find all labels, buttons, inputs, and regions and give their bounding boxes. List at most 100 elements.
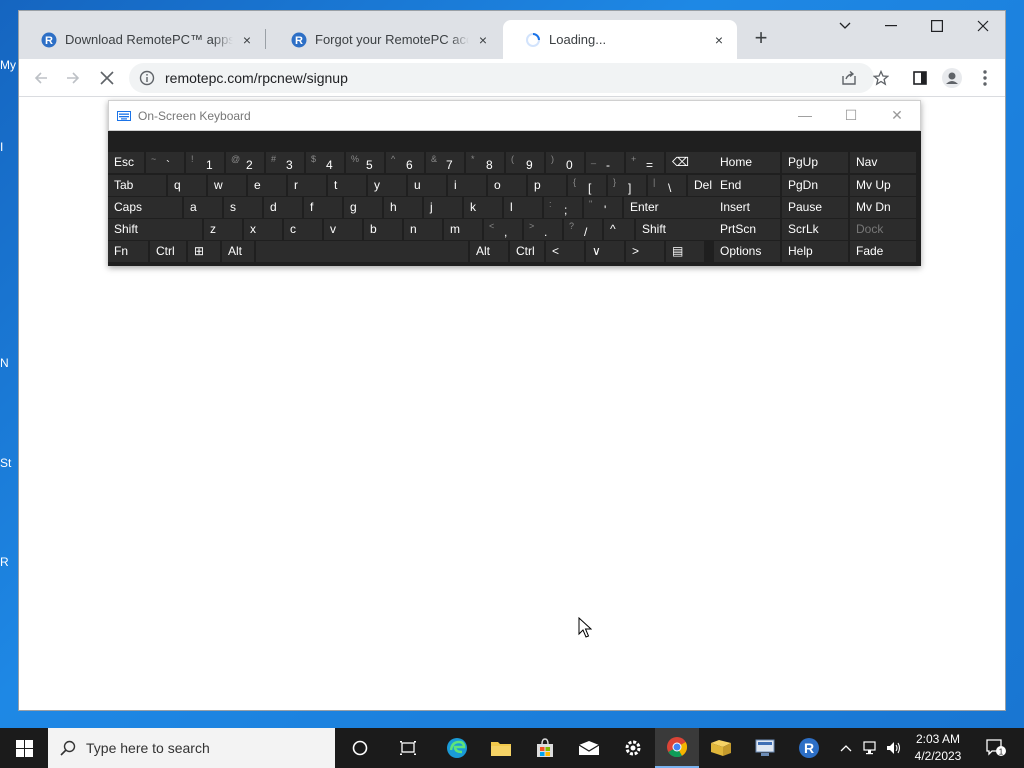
osk-key[interactable]: p bbox=[528, 175, 566, 196]
osk-key[interactable]: Fn bbox=[108, 241, 148, 262]
osk-key[interactable]: Alt bbox=[222, 241, 254, 262]
osk-key[interactable]: q bbox=[168, 175, 206, 196]
stop-loading-icon[interactable] bbox=[93, 64, 121, 92]
settings-gear-icon[interactable] bbox=[611, 728, 655, 768]
osk-key[interactable]: i bbox=[448, 175, 486, 196]
desktop-icon-label[interactable]: My bbox=[0, 58, 16, 72]
osk-key[interactable]: Insert bbox=[714, 197, 780, 218]
osk-key[interactable]: ^ bbox=[604, 219, 634, 240]
osk-close-icon[interactable]: ✕ bbox=[887, 105, 907, 125]
osk-key[interactable]: d bbox=[264, 197, 302, 218]
taskbar-search-box[interactable]: Type here to search bbox=[48, 728, 335, 768]
osk-key[interactable]: @2 bbox=[226, 152, 264, 173]
osk-key[interactable]: > bbox=[626, 241, 664, 262]
osk-key[interactable]: Help bbox=[782, 241, 848, 262]
osk-key[interactable]: (9 bbox=[506, 152, 544, 173]
new-tab-button[interactable]: + bbox=[747, 25, 775, 53]
osk-key[interactable]: s bbox=[224, 197, 262, 218]
back-arrow-icon[interactable] bbox=[27, 64, 55, 92]
osk-key[interactable]: PgDn bbox=[782, 175, 848, 196]
osk-key[interactable]: End bbox=[714, 175, 780, 196]
osk-key[interactable]: Fade bbox=[850, 241, 916, 262]
osk-key[interactable]: c bbox=[284, 219, 322, 240]
osk-key[interactable] bbox=[256, 241, 468, 262]
osk-key[interactable]: Mv Up bbox=[850, 175, 916, 196]
bookmark-star-icon[interactable] bbox=[867, 64, 895, 92]
osk-key[interactable]: Pause bbox=[782, 197, 848, 218]
chevron-up-icon[interactable] bbox=[836, 728, 856, 768]
osk-key[interactable]: + = bbox=[626, 152, 664, 173]
site-info-icon[interactable] bbox=[139, 70, 155, 86]
system-clock[interactable]: 2:03 AM 4/2/2023 bbox=[905, 731, 971, 765]
network-icon[interactable] bbox=[860, 728, 882, 768]
side-panel-icon[interactable] bbox=[906, 64, 934, 92]
osk-key[interactable]: t bbox=[328, 175, 366, 196]
osk-key[interactable]: ScrLk bbox=[782, 219, 848, 240]
osk-key[interactable]: a bbox=[184, 197, 222, 218]
osk-key[interactable]: g bbox=[344, 197, 382, 218]
tab-download-remotepc[interactable]: R Download RemotePC™ apps for × bbox=[19, 20, 265, 59]
forward-arrow-icon[interactable] bbox=[59, 64, 87, 92]
osk-key[interactable]: b bbox=[364, 219, 402, 240]
osk-key[interactable]: Caps bbox=[108, 197, 182, 218]
osk-key[interactable]: y bbox=[368, 175, 406, 196]
remotepc-app-icon[interactable]: R bbox=[787, 728, 831, 768]
osk-key[interactable]: r bbox=[288, 175, 326, 196]
osk-key[interactable]: v bbox=[324, 219, 362, 240]
tab-search-icon[interactable] bbox=[822, 11, 868, 41]
osk-key[interactable]: Enter bbox=[624, 197, 720, 218]
desktop-icon-label[interactable]: N bbox=[0, 356, 9, 370]
osk-key[interactable]: ! 1 bbox=[186, 152, 224, 173]
osk-key[interactable]: ⊞ bbox=[188, 241, 220, 262]
share-icon[interactable] bbox=[835, 64, 863, 92]
osk-key[interactable]: PgUp bbox=[782, 152, 848, 173]
desktop-icon-label[interactable]: R bbox=[0, 555, 9, 569]
cortana-icon[interactable] bbox=[338, 728, 382, 768]
volume-icon[interactable] bbox=[884, 728, 904, 768]
osk-key[interactable]: Ctrl bbox=[510, 241, 544, 262]
tab-close-button[interactable]: × bbox=[475, 32, 491, 48]
osk-key[interactable]: Home bbox=[714, 152, 780, 173]
osk-key[interactable]: l bbox=[504, 197, 542, 218]
microsoft-store-icon[interactable] bbox=[523, 728, 567, 768]
osk-key[interactable]: j bbox=[424, 197, 462, 218]
desktop-icon-label[interactable]: St bbox=[0, 456, 11, 470]
osk-key[interactable]: Shift bbox=[636, 219, 722, 240]
edge-icon[interactable] bbox=[435, 728, 479, 768]
close-icon[interactable] bbox=[960, 11, 1006, 41]
windows-start-icon[interactable] bbox=[0, 728, 48, 768]
osk-key[interactable]: ^ 6 bbox=[386, 152, 424, 173]
osk-key[interactable]: o bbox=[488, 175, 526, 196]
osk-key[interactable]: Mv Dn bbox=[850, 197, 916, 218]
osk-key[interactable]: e bbox=[248, 175, 286, 196]
osk-key[interactable]: * 8 bbox=[466, 152, 504, 173]
tab-close-button[interactable]: × bbox=[711, 32, 727, 48]
osk-key[interactable]: ∨ bbox=[586, 241, 624, 262]
osk-key[interactable]: Nav bbox=[850, 152, 916, 173]
osk-key[interactable]: Tab bbox=[108, 175, 166, 196]
osk-key[interactable]: {[ bbox=[568, 175, 606, 196]
maximize-icon[interactable] bbox=[914, 11, 960, 41]
osk-key[interactable]: >. bbox=[524, 219, 562, 240]
osk-key[interactable]: % 5 bbox=[346, 152, 384, 173]
osk-key[interactable]: ▤ bbox=[666, 241, 704, 262]
file-explorer-icon[interactable] bbox=[479, 728, 523, 768]
task-view-icon[interactable] bbox=[386, 728, 430, 768]
osk-key[interactable]: :; bbox=[544, 197, 582, 218]
osk-key[interactable]: ? / bbox=[564, 219, 602, 240]
osk-key[interactable]: k bbox=[464, 197, 502, 218]
osk-key[interactable]: z bbox=[204, 219, 242, 240]
osk-key[interactable]: f bbox=[304, 197, 342, 218]
tab-close-button[interactable]: × bbox=[239, 32, 255, 48]
osk-key[interactable]: ) 0 bbox=[546, 152, 584, 173]
osk-key[interactable]: < bbox=[546, 241, 584, 262]
desktop-icon-label[interactable]: I bbox=[0, 140, 3, 154]
minimize-icon[interactable] bbox=[868, 11, 914, 41]
osk-key[interactable]: m bbox=[444, 219, 482, 240]
menu-kebab-icon[interactable] bbox=[971, 64, 999, 92]
osk-key[interactable]: u bbox=[408, 175, 446, 196]
profile-avatar-icon[interactable] bbox=[938, 64, 966, 92]
osk-key[interactable]: Dock bbox=[850, 219, 916, 240]
osk-key[interactable]: " ' bbox=[584, 197, 622, 218]
chrome-icon[interactable] bbox=[655, 728, 699, 768]
